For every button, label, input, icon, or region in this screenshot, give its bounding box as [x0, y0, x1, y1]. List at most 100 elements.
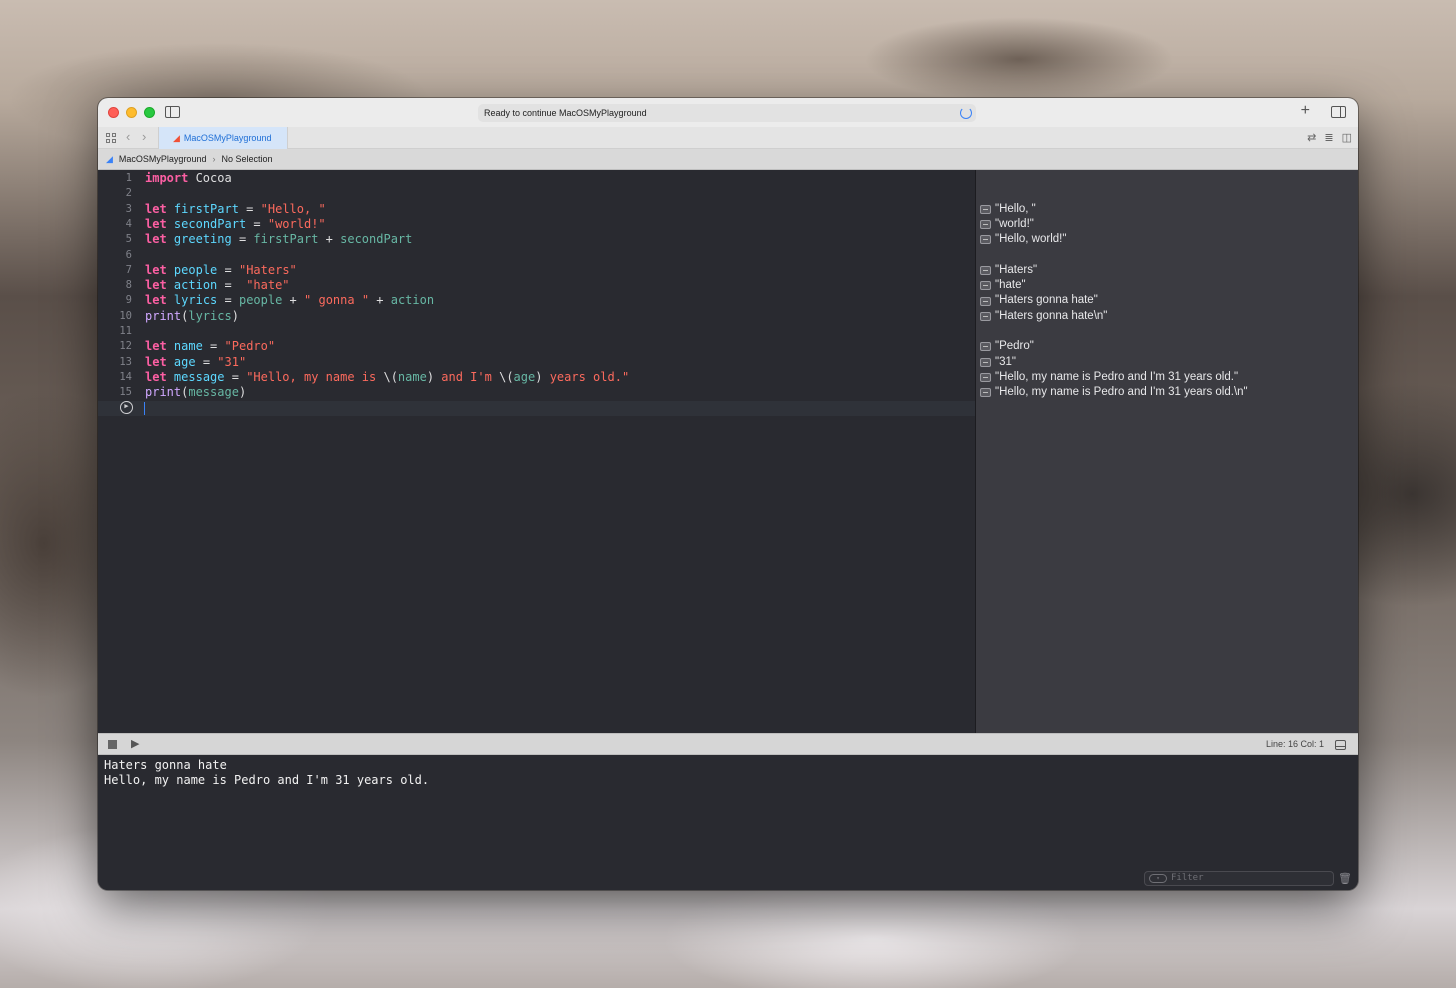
result-item[interactable]: "Hello, my name is Pedro and I'm 31 year… — [980, 385, 1248, 400]
code-line[interactable]: 8 let action = "hate" — [98, 278, 975, 293]
current-line[interactable]: ▶ — [98, 400, 975, 416]
code-token: secondPart — [173, 216, 247, 231]
breadcrumb-project[interactable]: MacOSMyPlayground — [119, 154, 207, 164]
code-token: greeting — [173, 232, 232, 247]
filter-field[interactable]: ▾ Filter — [1144, 871, 1334, 886]
console-line: Haters gonna hate — [104, 758, 227, 772]
activity-text: Ready to continue MacOSMyPlayground — [484, 108, 647, 118]
line-number: 15 — [119, 386, 132, 399]
swift-icon: ◢ — [173, 132, 180, 143]
code-line[interactable]: 9 let lyrics = people + " gonna " + actio… — [98, 293, 975, 308]
code-line[interactable]: 5 let greeting = firstPart + secondPart — [98, 232, 975, 247]
code-text: let age = "31" — [145, 355, 246, 370]
result-item[interactable]: "31" — [980, 355, 1016, 370]
code-token: "Hello, " — [260, 201, 326, 216]
code-token: firstPart — [173, 201, 239, 216]
swift-file-icon: ◢ — [106, 153, 113, 164]
code-token: message — [173, 369, 225, 384]
quick-look-icon[interactable] — [980, 357, 991, 367]
result-item[interactable]: "Haters gonna hate\n" — [980, 309, 1107, 324]
back-arrow-icon[interactable]: ‹ — [126, 129, 130, 144]
tab-macosmyplayground[interactable]: ◢ MacOSMyPlayground — [158, 127, 288, 149]
inspector-toggle-icon[interactable] — [1331, 106, 1346, 118]
zoom-button[interactable] — [144, 107, 155, 118]
line-number: 9 — [125, 294, 132, 307]
filter-placeholder: Filter — [1171, 872, 1204, 883]
line-number: 5 — [125, 233, 132, 246]
line-number: 10 — [119, 309, 132, 322]
code-line[interactable]: 4 let secondPart = "world!" — [98, 217, 975, 232]
code-token: = — [202, 339, 225, 354]
code-text: let greeting = firstPart + secondPart — [145, 232, 412, 247]
code-line[interactable]: 11 — [98, 324, 975, 339]
code-token: let — [145, 232, 167, 247]
result-item[interactable]: "Haters gonna hate" — [980, 293, 1098, 308]
editor-options-icon[interactable]: ≣ — [1324, 131, 1333, 144]
code-token: "Haters" — [238, 262, 297, 277]
quick-look-icon[interactable] — [980, 296, 991, 306]
code-line[interactable]: 13 let age = "31" — [98, 355, 975, 370]
navigator-toggle-icon[interactable] — [165, 106, 180, 118]
hide-debug-area-icon[interactable] — [1335, 740, 1346, 750]
result-value: "hate" — [995, 279, 1026, 292]
code-token: name — [397, 369, 427, 384]
code-token: = — [246, 216, 268, 231]
code-line[interactable]: 15 print(message) — [98, 385, 975, 400]
result-item[interactable]: "Hello, " — [980, 202, 1036, 217]
code-token: let — [145, 293, 167, 308]
code-token: lyrics — [173, 293, 218, 308]
play-icon[interactable]: ▶ — [131, 737, 139, 750]
code-token: action — [173, 278, 218, 293]
line-number: 14 — [119, 370, 132, 383]
code-token: "hate" — [246, 278, 290, 293]
result-item[interactable]: "Hello, my name is Pedro and I'm 31 year… — [980, 370, 1238, 385]
result-item[interactable]: "hate" — [980, 278, 1026, 293]
trash-icon[interactable]: 🗑 — [1338, 871, 1352, 886]
forward-arrow-icon[interactable]: › — [142, 129, 146, 144]
add-icon[interactable]: + — [1301, 103, 1310, 119]
code-line[interactable]: 3 let firstPart = "Hello, " — [98, 202, 975, 217]
code-line[interactable]: 2 — [98, 186, 975, 201]
quick-look-icon[interactable] — [980, 204, 991, 214]
quick-look-icon[interactable] — [980, 265, 991, 275]
code-line[interactable]: 10 print(lyrics) — [98, 309, 975, 324]
code-token: people — [238, 293, 283, 308]
close-button[interactable] — [108, 107, 119, 118]
stop-icon[interactable] — [108, 740, 117, 749]
breadcrumb-selection[interactable]: No Selection — [221, 154, 272, 164]
source-editor[interactable]: 1 import Cocoa 2 3 let firstPart = "Hello, "… — [98, 170, 975, 733]
quick-look-icon[interactable] — [980, 281, 991, 291]
quick-look-icon[interactable] — [980, 311, 991, 321]
code-token: let — [145, 369, 167, 384]
result-item[interactable]: "Hello, world!" — [980, 232, 1066, 247]
quick-look-icon[interactable] — [980, 235, 991, 245]
code-line[interactable]: 12 let name = "Pedro" — [98, 339, 975, 354]
code-token: message — [188, 385, 239, 400]
code-token: ) — [231, 308, 239, 323]
related-items-icon[interactable] — [106, 133, 116, 143]
code-line[interactable]: 1 import Cocoa — [98, 171, 975, 186]
code-line[interactable]: 7 let people = "Haters" — [98, 263, 975, 278]
quick-look-icon[interactable] — [980, 388, 991, 398]
result-item[interactable]: "Haters" — [980, 263, 1037, 278]
console-output[interactable]: Haters gonna hate Hello, my name is Pedr… — [98, 755, 1358, 890]
code-text: let message = "Hello, my name is \(name)… — [145, 370, 629, 385]
quick-look-icon[interactable] — [980, 220, 991, 230]
refresh-icon[interactable]: ⇄ — [1307, 131, 1316, 144]
result-value: "Pedro" — [995, 340, 1034, 353]
line-number: 13 — [119, 355, 132, 368]
code-token: age — [173, 354, 196, 369]
quick-look-icon[interactable] — [980, 373, 991, 383]
code-line[interactable]: 14 let message = "Hello, my name is \(nam… — [98, 370, 975, 385]
minimize-button[interactable] — [126, 107, 137, 118]
code-token: let — [145, 278, 167, 293]
run-to-line-icon[interactable]: ▶ — [120, 400, 133, 414]
result-item[interactable]: "Pedro" — [980, 339, 1034, 354]
quick-look-icon[interactable] — [980, 342, 991, 352]
result-item[interactable]: "world!" — [980, 217, 1034, 232]
code-token: let — [145, 339, 167, 354]
code-line[interactable]: 6 — [98, 248, 975, 263]
code-token: "Hello, my name is — [246, 369, 384, 384]
split-editor-icon[interactable]: ◫ — [1342, 131, 1352, 144]
